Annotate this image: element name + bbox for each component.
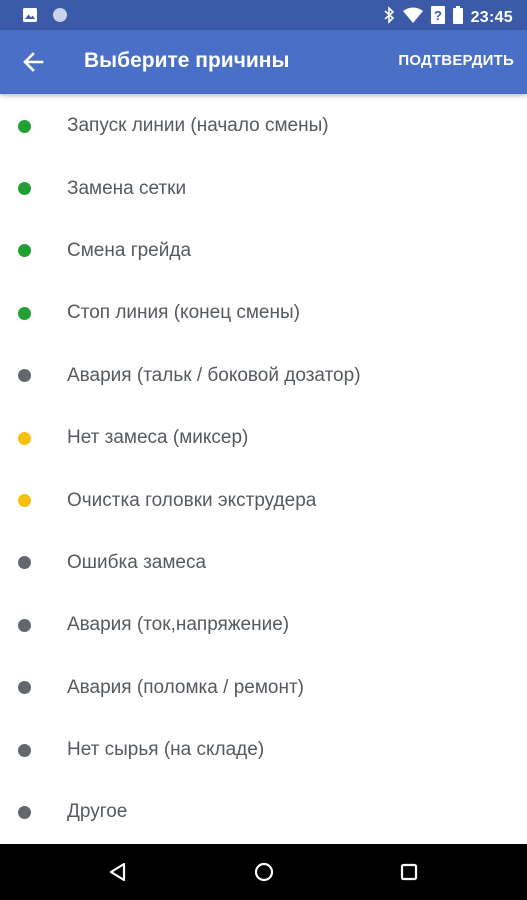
status-dot-gray (18, 681, 31, 695)
nav-back-button[interactable] (106, 858, 128, 891)
home-circle-icon (254, 862, 274, 882)
status-dot-green (18, 119, 31, 133)
back-button[interactable] (20, 48, 48, 76)
status-bar: ? 23:45 (0, 0, 527, 30)
recents-square-icon (400, 863, 418, 881)
reason-label: Очистка головки экструдера (67, 489, 317, 511)
status-dot-green (18, 306, 31, 320)
bluetooth-icon (383, 6, 395, 29)
status-dot-gray (18, 743, 31, 757)
reason-list-item[interactable]: Смена грейда (0, 220, 527, 282)
svg-text:?: ? (434, 8, 442, 23)
reason-label: Смена грейда (67, 239, 192, 261)
reason-list-item[interactable]: Замена сетки (0, 157, 527, 219)
reasons-list: Запуск линии (начало смены) Замена сетки С… (0, 95, 527, 844)
nav-recents-button[interactable] (397, 858, 421, 891)
navigation-bar (0, 844, 527, 900)
reason-label: Ошибка замеса (67, 551, 207, 573)
status-dot-green (18, 182, 31, 196)
reason-label: Нет сырья (на складе) (67, 739, 265, 761)
arrow-back-icon (23, 52, 44, 72)
reason-label: Авария (тальк / боковой дозатор) (67, 364, 361, 386)
reason-list-item[interactable]: Нет сырья (на складе) (0, 719, 527, 781)
status-dot-gray (18, 805, 31, 819)
confirm-button[interactable]: ПОДТВЕРДИТЬ (398, 52, 514, 69)
reason-label: Другое (67, 801, 128, 823)
reason-list-item[interactable]: Авария (тальк / боковой дозатор) (0, 345, 527, 407)
reason-label: Запуск линии (начало смены) (67, 115, 329, 137)
reason-label: Авария (поломка / ремонт) (67, 676, 304, 698)
reason-label: Нет замеса (миксер) (67, 427, 249, 449)
reason-label: Авария (ток,напряжение) (67, 614, 290, 636)
reason-list-item[interactable]: Запуск линии (начало смены) (0, 95, 527, 157)
wifi-icon (402, 7, 423, 28)
reason-list-item[interactable]: Очистка головки экструдера (0, 469, 527, 531)
reason-label: Замена сетки (67, 177, 187, 199)
reason-list-item[interactable]: Авария (поломка / ремонт) (0, 657, 527, 719)
status-dot-gray (18, 618, 31, 632)
reason-list-item[interactable]: Стоп линия (конец смены) (0, 282, 527, 344)
status-dot-gray (18, 369, 31, 383)
image-icon (22, 7, 38, 28)
circle-icon (52, 7, 68, 28)
reason-list-item[interactable]: Ошибка замеса (0, 532, 527, 594)
reason-list-item[interactable]: Авария (ток,напряжение) (0, 594, 527, 656)
reason-list-item[interactable]: Нет замеса (миксер) (0, 407, 527, 469)
signal-icon: ? (430, 6, 445, 29)
app-bar: Выберите причины ПОДТВЕРДИТЬ (0, 30, 527, 94)
status-dot-yellow (18, 494, 31, 508)
status-dot-green (18, 244, 31, 258)
battery-icon (452, 6, 463, 29)
back-triangle-icon (109, 862, 126, 882)
page-title: Выберите причины (84, 49, 290, 72)
status-time: 23:45 (470, 8, 513, 26)
status-dot-gray (18, 556, 31, 570)
nav-home-button[interactable] (251, 858, 277, 891)
reason-label: Стоп линия (конец смены) (67, 302, 300, 324)
status-dot-yellow (18, 431, 31, 445)
reason-list-item[interactable]: Другое (0, 781, 527, 843)
